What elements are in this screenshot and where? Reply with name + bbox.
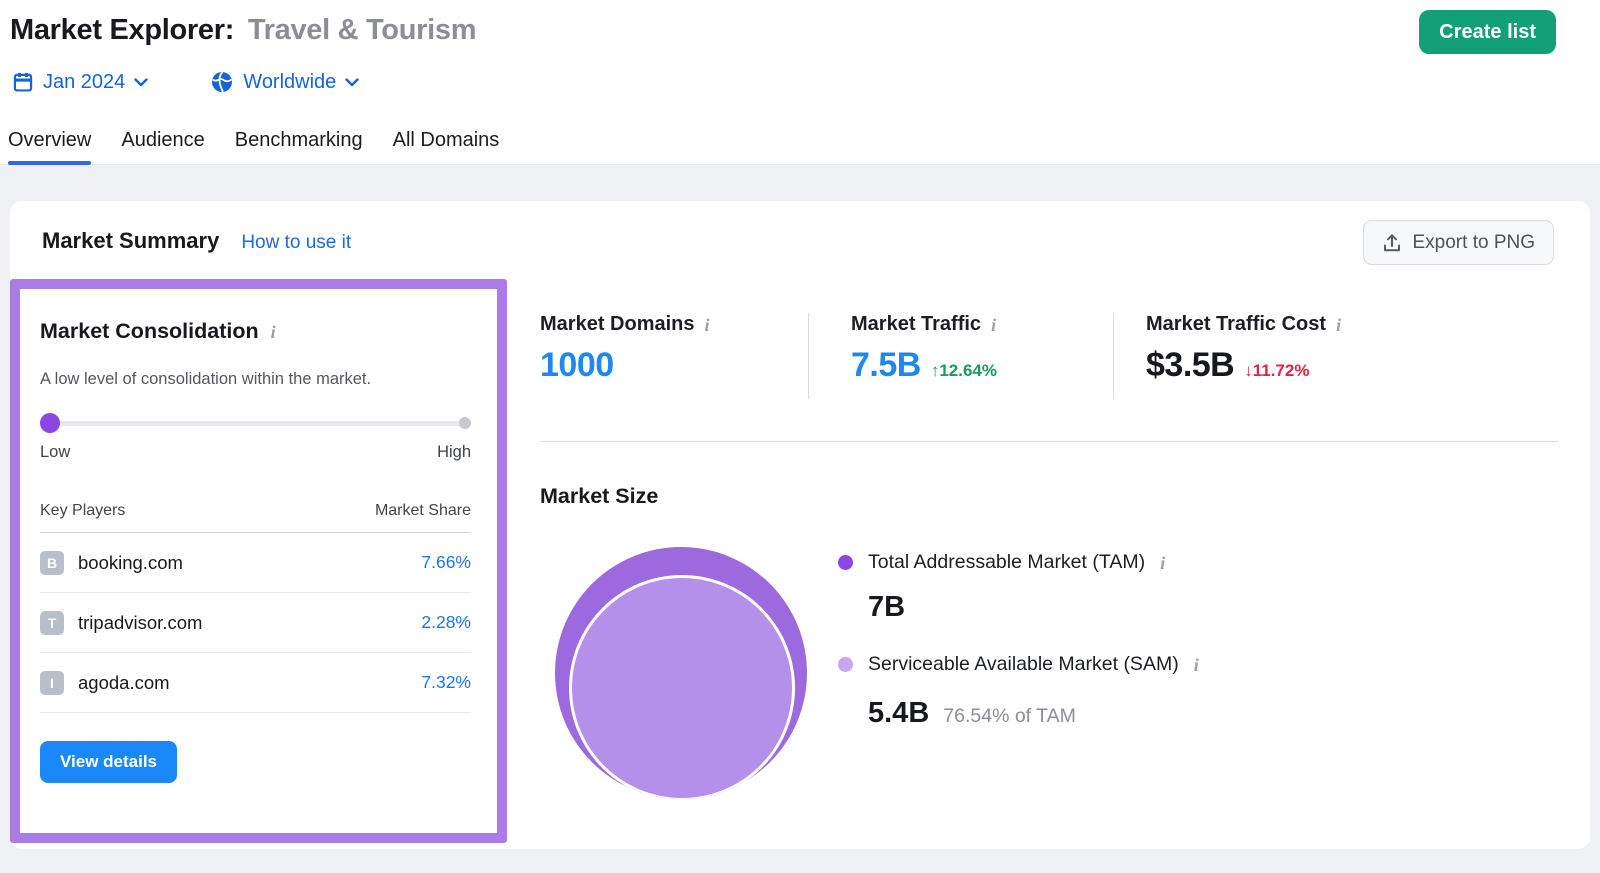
key-players-table-header: Key Players Market Share: [40, 502, 471, 533]
consolidation-header: Market Consolidation i: [40, 319, 471, 344]
region-selector[interactable]: Worldwide: [210, 70, 359, 94]
metric-label: Market Domains: [540, 313, 695, 336]
tam-label: Total Addressable Market (TAM): [868, 551, 1145, 574]
page-header: Market Explorer: Travel & Tourism Create…: [0, 0, 1600, 165]
market-share-value[interactable]: 7.32%: [421, 672, 471, 693]
market-domains-value: 1000: [540, 346, 614, 385]
region-label: Worldwide: [243, 71, 336, 94]
market-traffic-value: 7.5B: [851, 346, 921, 385]
info-icon[interactable]: i: [991, 316, 996, 334]
sam-dot-icon: [838, 657, 853, 672]
key-players-table: Key Players Market Share B booking.com 7…: [40, 502, 471, 713]
consolidation-description: A low level of consolidation within the …: [40, 370, 471, 389]
favicon-placeholder-icon: I: [40, 671, 64, 695]
slider-label-low: Low: [40, 443, 70, 462]
info-icon[interactable]: i: [1336, 316, 1341, 334]
market-share-value[interactable]: 7.66%: [421, 552, 471, 573]
col-market-share: Market Share: [375, 502, 471, 520]
tab-benchmarking[interactable]: Benchmarking: [235, 129, 363, 165]
metric-market-traffic-cost: Market Traffic Cost i $3.5B ↓11.72%: [1113, 313, 1341, 399]
metric-market-traffic: Market Traffic i 7.5B ↑12.64%: [808, 313, 1113, 399]
traffic-change-badge: ↑12.64%: [931, 361, 997, 381]
chevron-down-icon: [134, 78, 148, 87]
sam-label: Serviceable Available Market (SAM): [868, 653, 1179, 676]
chevron-down-icon: [345, 78, 359, 87]
table-row: T tripadvisor.com 2.28%: [40, 593, 471, 653]
sam-percent-of-tam: 76.54% of TAM: [943, 705, 1076, 728]
globe-icon: [210, 70, 234, 94]
domain-label: tripadvisor.com: [78, 612, 202, 634]
info-icon[interactable]: i: [705, 316, 710, 334]
consolidation-slider[interactable]: [40, 413, 471, 433]
page-title: Market Explorer: Travel & Tourism: [10, 14, 476, 47]
sam-legend-row: Serviceable Available Market (SAM) i: [838, 653, 1199, 676]
favicon-placeholder-icon: B: [40, 551, 64, 575]
export-label: Export to PNG: [1413, 232, 1536, 254]
traffic-change-value: 12.64%: [939, 361, 997, 380]
arrow-down-icon: ↓: [1244, 361, 1253, 380]
metric-label-row: Market Domains i: [540, 313, 808, 336]
page-title-market-name: Travel & Tourism: [248, 14, 476, 46]
table-row: I agoda.com 7.32%: [40, 653, 471, 713]
slider-labels: Low High: [40, 443, 471, 462]
metric-market-domains: Market Domains i 1000: [540, 313, 808, 399]
info-icon[interactable]: i: [1194, 656, 1199, 674]
table-row: B booking.com 7.66%: [40, 533, 471, 593]
favicon-placeholder-icon: T: [40, 611, 64, 635]
view-details-button[interactable]: View details: [40, 741, 177, 783]
market-consolidation-panel: Market Consolidation i A low level of co…: [10, 279, 507, 843]
slider-thumb-low[interactable]: [40, 413, 60, 433]
metric-label-row: Market Traffic Cost i: [1146, 313, 1341, 336]
date-label: Jan 2024: [43, 71, 125, 94]
domain-label: agoda.com: [78, 672, 170, 694]
sam-circle: [569, 575, 795, 799]
tam-value: 7B: [868, 591, 905, 624]
sam-value-row: 5.4B 76.54% of TAM: [868, 697, 1076, 730]
info-icon[interactable]: i: [271, 323, 276, 341]
tam-legend-row: Total Addressable Market (TAM) i: [838, 551, 1165, 574]
slider-label-high: High: [437, 443, 471, 462]
market-summary-card: Market Summary How to use it Export to P…: [10, 201, 1590, 849]
tab-bar: Overview Audience Benchmarking All Domai…: [8, 129, 529, 165]
create-list-button[interactable]: Create list: [1419, 10, 1556, 54]
card-header: Market Summary How to use it: [42, 228, 351, 254]
page-title-prefix: Market Explorer:: [10, 14, 234, 46]
tab-overview[interactable]: Overview: [8, 129, 91, 165]
market-size-chart: [555, 547, 807, 799]
calendar-icon: [12, 71, 34, 93]
metric-label: Market Traffic Cost: [1146, 313, 1326, 336]
info-icon[interactable]: i: [1160, 554, 1165, 572]
domain-label: booking.com: [78, 552, 183, 574]
metric-label-row: Market Traffic i: [851, 313, 1113, 336]
metric-label: Market Traffic: [851, 313, 981, 336]
sam-value: 5.4B: [868, 697, 929, 730]
market-share-value[interactable]: 2.28%: [421, 612, 471, 633]
export-icon: [1382, 233, 1402, 253]
export-to-png-button[interactable]: Export to PNG: [1363, 220, 1555, 265]
tab-all-domains[interactable]: All Domains: [393, 129, 500, 165]
card-title: Market Summary: [42, 228, 219, 254]
date-selector[interactable]: Jan 2024: [12, 71, 148, 94]
cost-change-badge: ↓11.72%: [1244, 361, 1309, 381]
consolidation-title: Market Consolidation: [40, 319, 259, 344]
cost-change-value: 11.72%: [1253, 361, 1310, 380]
slider-track: [40, 421, 471, 426]
slider-thumb-high[interactable]: [459, 417, 471, 429]
how-to-use-link[interactable]: How to use it: [241, 232, 351, 254]
market-size-title: Market Size: [540, 484, 658, 509]
tam-dot-icon: [838, 555, 853, 570]
market-traffic-cost-value: $3.5B: [1146, 346, 1234, 385]
tab-audience[interactable]: Audience: [121, 129, 204, 165]
divider: [540, 441, 1558, 442]
filters-bar: Jan 2024 Worldwide: [12, 70, 359, 94]
col-key-players: Key Players: [40, 502, 125, 520]
metrics-row: Market Domains i 1000 Market Traffic i 7…: [540, 313, 1341, 399]
